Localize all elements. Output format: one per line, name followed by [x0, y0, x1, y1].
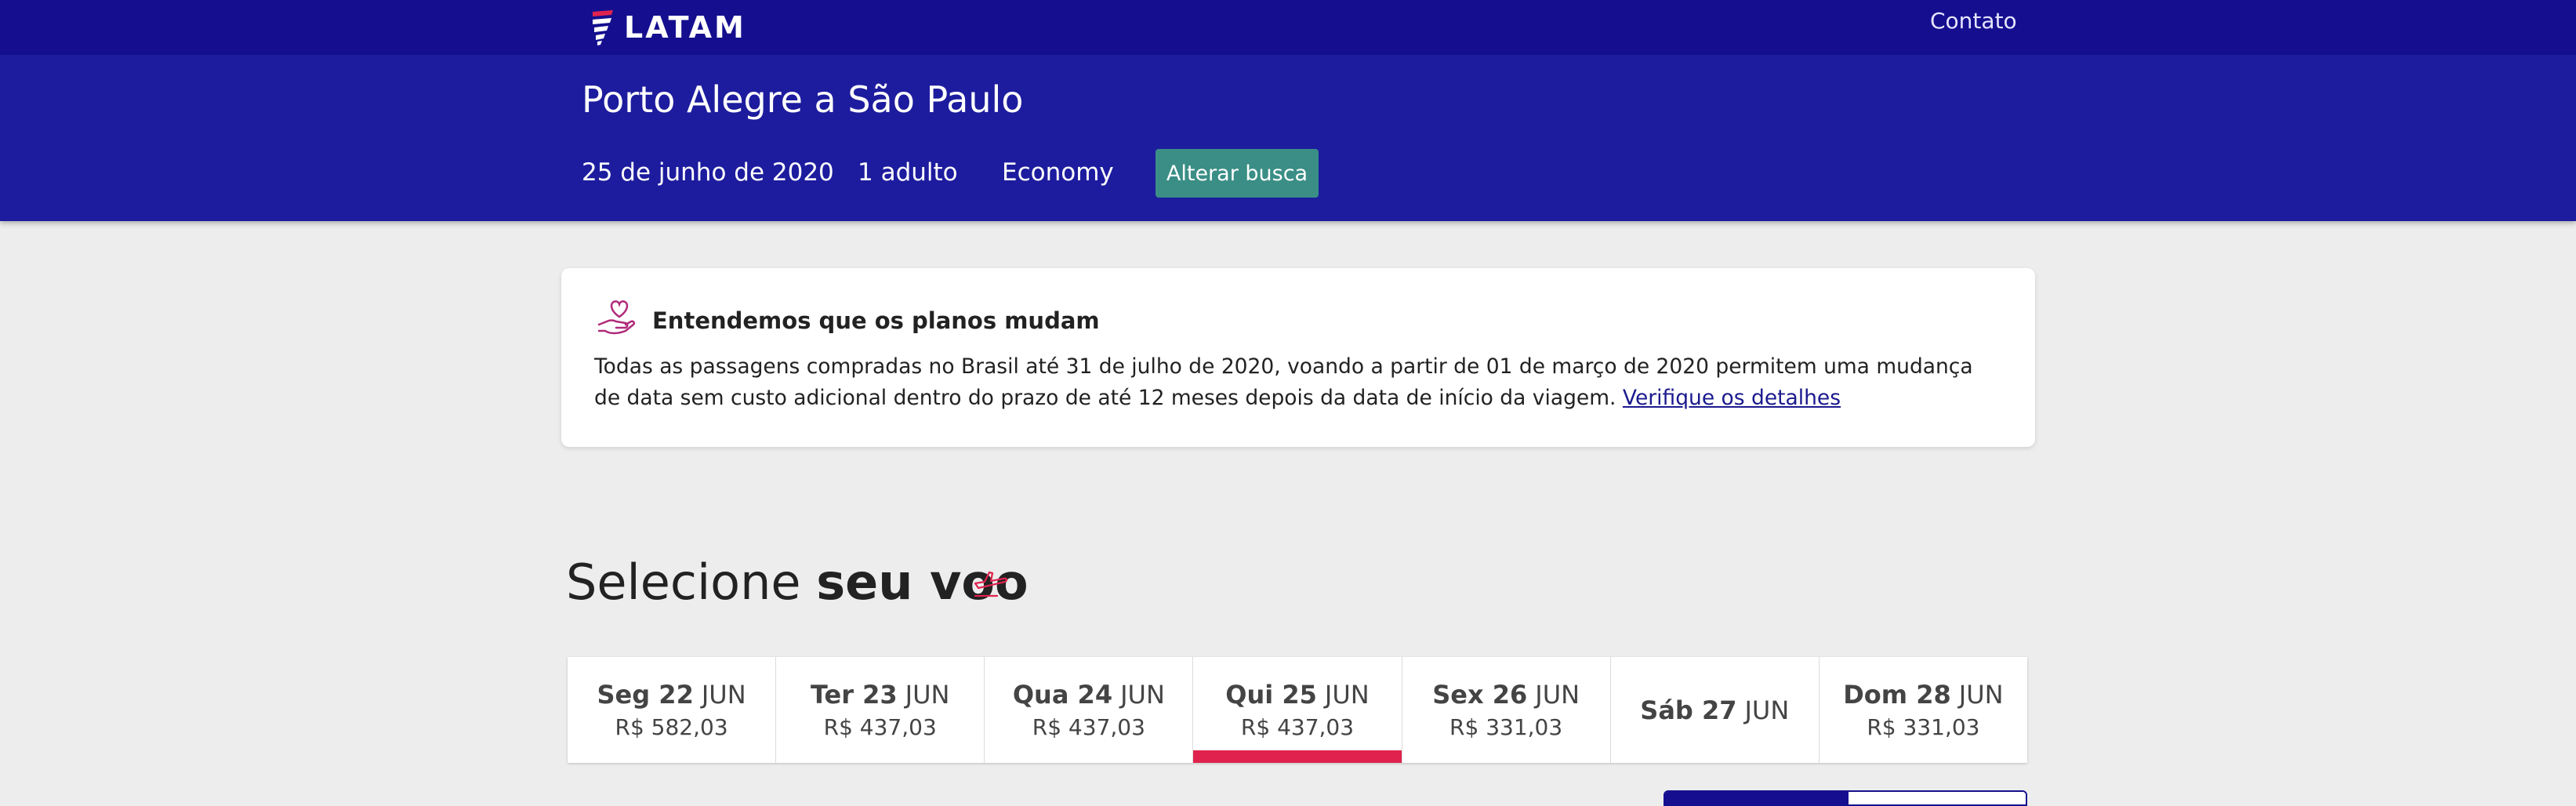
date-month: JUN	[1744, 695, 1790, 725]
notice-title: Entendemos que os planos mudam	[652, 307, 1100, 334]
select-flight-title: Selecione seu voo	[566, 554, 1029, 611]
date-price: R$ 331,03	[1449, 714, 1563, 740]
notice-card: Entendemos que os planos mudam Todas as …	[561, 268, 2035, 447]
passenger-count: 1 adulto	[858, 158, 958, 187]
date-day: Seg 22	[597, 680, 694, 710]
date-price: R$ 582,03	[615, 714, 728, 740]
notice-body: Todas as passagens compradas no Brasil a…	[594, 351, 1997, 414]
view-toggle-option[interactable]	[1849, 792, 2026, 804]
date-option-dom-28[interactable]: Dom 28 JUN R$ 331,03	[1820, 657, 2027, 763]
date-month: JUN	[701, 680, 746, 710]
date-option-qua-24[interactable]: Qua 24 JUN R$ 437,03	[985, 657, 1194, 763]
date-price: R$ 331,03	[1867, 714, 1980, 740]
date-selector: Seg 22 JUN R$ 582,03 Ter 23 JUN R$ 437,03 …	[568, 657, 2027, 763]
heart-hand-icon	[594, 296, 638, 343]
date-day: Ter 23	[810, 680, 898, 710]
date-option-seg-22[interactable]: Seg 22 JUN R$ 582,03	[568, 657, 777, 763]
top-navigation-bar: LATAM Contato	[0, 0, 2576, 55]
date-month: JUN	[1958, 680, 2004, 710]
date-day: Qua 24	[1012, 680, 1113, 710]
travel-date: 25 de junho de 2020	[582, 158, 834, 187]
date-day: Dom 28	[1843, 680, 1951, 710]
latam-logo-icon	[593, 10, 613, 45]
date-option-sab-27[interactable]: Sáb 27 JUN	[1611, 657, 1820, 763]
date-option-sex-26[interactable]: Sex 26 JUN R$ 331,03	[1402, 657, 1611, 763]
date-option-qui-25-selected[interactable]: Qui 25 JUN R$ 437,03	[1193, 657, 1402, 763]
date-month: JUN	[1120, 680, 1165, 710]
date-option-ter-23[interactable]: Ter 23 JUN R$ 437,03	[776, 657, 985, 763]
date-month: JUN	[1324, 680, 1370, 710]
view-toggle	[1664, 790, 2027, 806]
latam-logo[interactable]: LATAM	[590, 8, 746, 47]
date-price: R$ 437,03	[1032, 714, 1145, 740]
cabin-class: Economy	[1002, 158, 1114, 187]
plane-takeoff-icon	[971, 565, 1011, 605]
alter-search-button[interactable]: Alterar busca	[1156, 149, 1319, 198]
details-link[interactable]: Verifique os detalhes	[1623, 386, 1841, 410]
date-month: JUN	[1535, 680, 1580, 710]
contact-link[interactable]: Contato	[1930, 8, 2017, 34]
title-regular: Selecione	[566, 554, 801, 611]
date-day: Qui 25	[1225, 680, 1317, 710]
view-toggle-option-active[interactable]	[1665, 792, 1849, 804]
date-price: R$ 437,03	[1240, 714, 1355, 740]
date-day: Sex 26	[1432, 680, 1528, 710]
date-price: R$ 437,03	[823, 714, 937, 740]
logo-text: LATAM	[624, 10, 746, 45]
date-day: Sáb 27	[1640, 695, 1737, 725]
date-month: JUN	[905, 680, 950, 710]
route-title: Porto Alegre a São Paulo	[582, 78, 1024, 121]
